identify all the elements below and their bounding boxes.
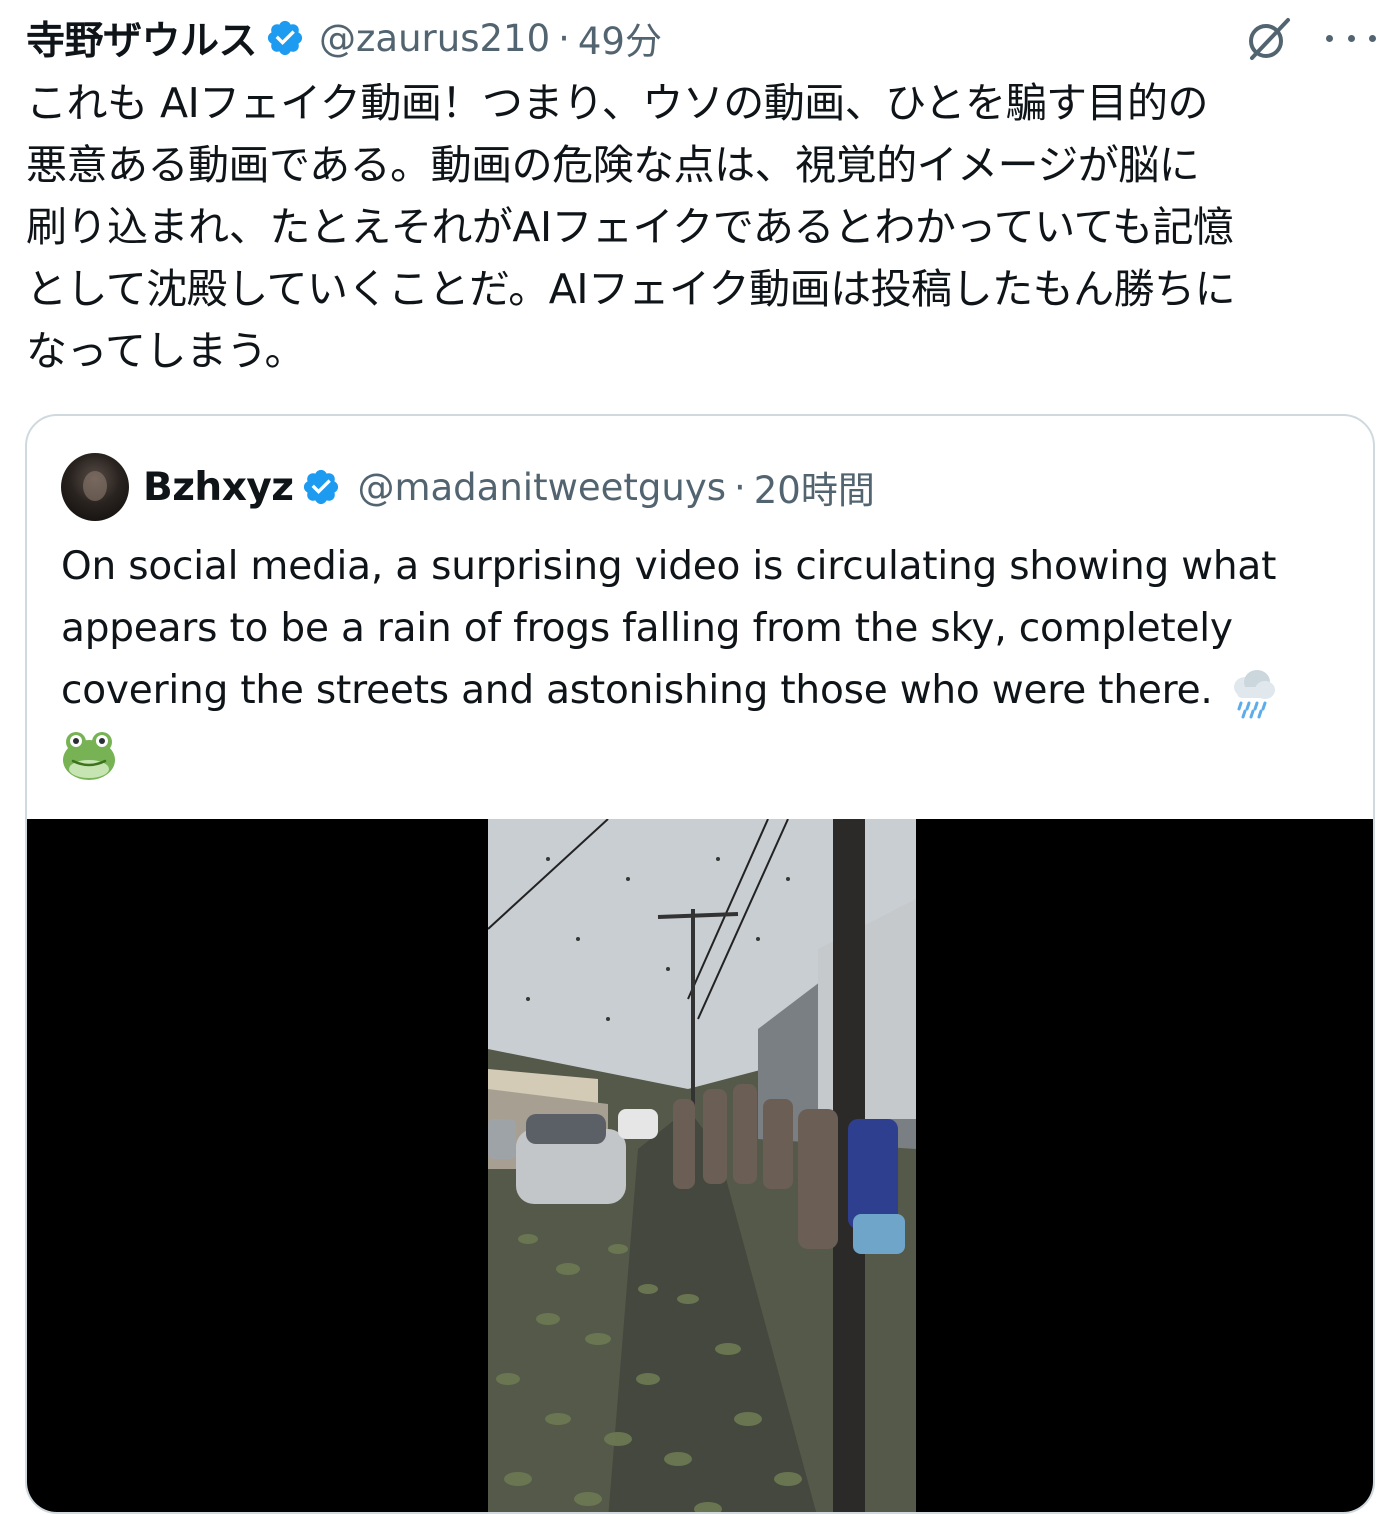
- separator-dot: ·: [558, 16, 570, 60]
- quoted-text-line: appears to be a rain of frogs falling fr…: [61, 606, 1233, 651]
- tweet-text-line: これも AIフェイク動画！つまり、ウソの動画、ひとを騙す目的の: [26, 79, 1208, 127]
- quoted-author-name[interactable]: Bzhxyz: [143, 465, 294, 510]
- author-handle[interactable]: @zaurus210: [319, 17, 550, 60]
- video-player[interactable]: [27, 819, 1373, 1512]
- verified-badge-icon[interactable]: [301, 467, 341, 507]
- separator-dot: ·: [734, 465, 746, 509]
- quoted-text-line: On social media, a surprising video is c…: [61, 544, 1277, 589]
- quoted-tweet-text: On social media, a surprising video is c…: [61, 536, 1351, 784]
- grok-slash-circle-icon[interactable]: [1240, 14, 1296, 64]
- quoted-tweet-card[interactable]: Bzhxyz @madanitweetguys · 20時間 On social…: [25, 414, 1375, 1514]
- cloud-with-rain-icon: [1225, 665, 1281, 721]
- quoted-tweet-header: Bzhxyz @madanitweetguys · 20時間: [61, 452, 875, 522]
- quoted-text-line: covering the streets and astonishing tho…: [61, 660, 1351, 722]
- more-horizontal-icon[interactable]: [1326, 20, 1376, 56]
- author-name[interactable]: 寺野ザウルス: [26, 10, 258, 66]
- quoted-text-line: [61, 722, 1351, 784]
- avatar[interactable]: [61, 453, 129, 521]
- quoted-text-segment: covering the streets and astonishing tho…: [61, 668, 1213, 713]
- frog-face-icon: [61, 727, 117, 783]
- tweet[interactable]: 寺野ザウルス @zaurus210 · 49分 これも AIフェイク動画！つまり…: [0, 0, 1400, 1514]
- tweet-text-line: として沈殿していくことだ。AIフェイク動画は投稿したもん勝ちに: [26, 265, 1236, 313]
- tweet-timestamp[interactable]: 49分: [578, 11, 662, 65]
- video-thumbnail[interactable]: [488, 819, 916, 1512]
- tweet-text-line: なってしまう。: [26, 327, 306, 375]
- quoted-timestamp[interactable]: 20時間: [754, 460, 875, 514]
- tweet-text-line: 刷り込まれ、たとえそれがAIフェイクであるとわかっていても記憶: [26, 203, 1234, 251]
- tweet-header: 寺野ザウルス @zaurus210 · 49分: [26, 8, 662, 68]
- tweet-text-line: 悪意ある動画である。動画の危険な点は、視覚的イメージが脳に: [26, 141, 1200, 189]
- verified-badge-icon[interactable]: [265, 18, 305, 58]
- quoted-author-handle[interactable]: @madanitweetguys: [357, 466, 726, 509]
- tweet-text: これも AIフェイク動画！つまり、ウソの動画、ひとを騙す目的の 悪意ある動画であ…: [26, 72, 1386, 382]
